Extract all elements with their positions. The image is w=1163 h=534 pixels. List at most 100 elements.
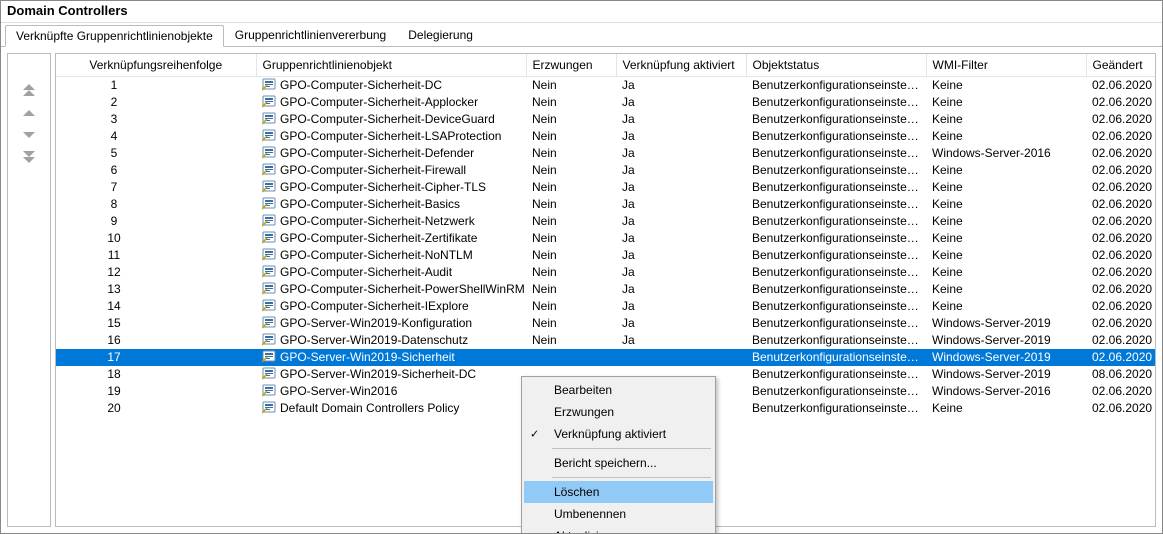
- cell-erz: Nein: [526, 179, 616, 196]
- tab-bar: Verknüpfte Gruppenrichtlinienobjekte Gru…: [1, 23, 1162, 47]
- cell-date: 02.06.2020 10:: [1086, 383, 1156, 400]
- gpo-link-icon: [262, 146, 276, 160]
- context-menu-item[interactable]: Löschen: [524, 481, 713, 503]
- gpo-name: GPO-Computer-Sicherheit-Zertifikate: [280, 231, 477, 245]
- cell-link: Ja: [616, 315, 746, 332]
- col-status[interactable]: Objektstatus: [746, 54, 926, 77]
- cell-wmi: Keine: [926, 179, 1086, 196]
- col-gpo[interactable]: Gruppenrichtlinienobjekt: [256, 54, 526, 77]
- gpo-link-icon: [262, 78, 276, 92]
- table-row[interactable]: 5GPO-Computer-Sicherheit-DefenderNeinJaB…: [56, 145, 1156, 162]
- cell-order: 4: [56, 128, 256, 145]
- move-up-icon[interactable]: [21, 107, 37, 121]
- gpo-link-icon: [262, 384, 276, 398]
- col-erz[interactable]: Erzwungen: [526, 54, 616, 77]
- gpo-link-icon: [262, 95, 276, 109]
- cell-status: Benutzerkonfigurationseinstellun...: [746, 213, 926, 230]
- cell-link: Ja: [616, 196, 746, 213]
- gpo-table[interactable]: Verknüpfungsreihenfolge Gruppenrichtlini…: [56, 54, 1156, 417]
- cell-date: 02.06.2020 10:: [1086, 349, 1156, 366]
- move-bottom-icon[interactable]: [21, 151, 37, 166]
- context-menu-item[interactable]: ✓Verknüpfung aktiviert: [524, 423, 713, 445]
- cell-status: Benutzerkonfigurationseinstellun...: [746, 247, 926, 264]
- header-row: Verknüpfungsreihenfolge Gruppenrichtlini…: [56, 54, 1156, 77]
- cell-erz: Nein: [526, 213, 616, 230]
- cell-order: 11: [56, 247, 256, 264]
- cell-link: Ja: [616, 247, 746, 264]
- col-wmi[interactable]: WMI-Filter: [926, 54, 1086, 77]
- cell-wmi: Windows-Server-2019: [926, 315, 1086, 332]
- table-row[interactable]: 10GPO-Computer-Sicherheit-ZertifikateNei…: [56, 230, 1156, 247]
- table-row[interactable]: 15GPO-Server-Win2019-KonfigurationNeinJa…: [56, 315, 1156, 332]
- cell-wmi: Keine: [926, 298, 1086, 315]
- cell-erz: Nein: [526, 145, 616, 162]
- cell-link: Ja: [616, 162, 746, 179]
- cell-status: Benutzerkonfigurationseinstellun...: [746, 111, 926, 128]
- cell-order: 14: [56, 298, 256, 315]
- table-row[interactable]: 9GPO-Computer-Sicherheit-NetzwerkNeinJaB…: [56, 213, 1156, 230]
- gpo-name: GPO-Computer-Sicherheit-Cipher-TLS: [280, 180, 486, 194]
- move-top-icon[interactable]: [21, 84, 37, 99]
- cell-wmi: Windows-Server-2019: [926, 332, 1086, 349]
- table-row[interactable]: 6GPO-Computer-Sicherheit-FirewallNeinJaB…: [56, 162, 1156, 179]
- table-row[interactable]: 8GPO-Computer-Sicherheit-BasicsNeinJaBen…: [56, 196, 1156, 213]
- cell-date: 02.06.2020 10:: [1086, 111, 1156, 128]
- table-row[interactable]: 17GPO-Server-Win2019-Sicherheit Benutzerk…: [56, 349, 1156, 366]
- cell-wmi: Keine: [926, 400, 1086, 417]
- cell-date: 02.06.2020 10:: [1086, 400, 1156, 417]
- cell-order: 13: [56, 281, 256, 298]
- cell-date: 02.06.2020 10:: [1086, 196, 1156, 213]
- gpo-name: GPO-Computer-Sicherheit-Firewall: [280, 163, 466, 177]
- context-menu-label: Bericht speichern...: [554, 456, 657, 470]
- cell-gpo: GPO-Server-Win2019-Sicherheit: [256, 349, 526, 366]
- cell-order: 17: [56, 349, 256, 366]
- table-row[interactable]: 11GPO-Computer-Sicherheit-NoNTLMNeinJaBe…: [56, 247, 1156, 264]
- move-down-icon[interactable]: [21, 129, 37, 143]
- cell-order: 8: [56, 196, 256, 213]
- table-row[interactable]: 1GPO-Computer-Sicherheit-DCNeinJaBenutze…: [56, 77, 1156, 94]
- table-row[interactable]: 4GPO-Computer-Sicherheit-LSAProtectionNe…: [56, 128, 1156, 145]
- table-row[interactable]: 12GPO-Computer-Sicherheit-AuditNeinJaBen…: [56, 264, 1156, 281]
- context-menu-item[interactable]: Bearbeiten: [524, 379, 713, 401]
- cell-gpo: GPO-Computer-Sicherheit-Applocker: [256, 94, 526, 111]
- cell-wmi: Keine: [926, 77, 1086, 94]
- table-row[interactable]: 14GPO-Computer-Sicherheit-IExploreNeinJa…: [56, 298, 1156, 315]
- tab-label: Gruppenrichtlinienvererbung: [235, 28, 386, 42]
- tab-delegation[interactable]: Delegierung: [397, 24, 484, 46]
- cell-wmi: Keine: [926, 111, 1086, 128]
- cell-status: Benutzerkonfigurationseinstellun...: [746, 196, 926, 213]
- table-row[interactable]: 13GPO-Computer-Sicherheit-PowerShellWinR…: [56, 281, 1156, 298]
- cell-status: Benutzerkonfigurationseinstellun...: [746, 349, 926, 366]
- table-row[interactable]: 3GPO-Computer-Sicherheit-DeviceGuardNein…: [56, 111, 1156, 128]
- tab-inheritance[interactable]: Gruppenrichtlinienvererbung: [224, 24, 397, 46]
- cell-erz: Nein: [526, 94, 616, 111]
- table-row[interactable]: 2GPO-Computer-Sicherheit-ApplockerNeinJa…: [56, 94, 1156, 111]
- context-menu-label: Umbenennen: [554, 507, 626, 521]
- gpo-link-icon: [262, 316, 276, 330]
- table-row[interactable]: 16GPO-Server-Win2019-DatenschutzNeinJaBe…: [56, 332, 1156, 349]
- cell-status: Benutzerkonfigurationseinstellun...: [746, 383, 926, 400]
- cell-erz: Nein: [526, 332, 616, 349]
- context-menu-separator: [552, 477, 711, 478]
- context-menu-item[interactable]: Bericht speichern...: [524, 452, 713, 474]
- tab-linked-gpos[interactable]: Verknüpfte Gruppenrichtlinienobjekte: [5, 25, 224, 47]
- context-menu-label: Aktualisieren: [554, 529, 623, 534]
- col-link[interactable]: Verknüpfung aktiviert: [616, 54, 746, 77]
- context-menu-item[interactable]: Aktualisieren: [524, 525, 713, 534]
- cell-order: 6: [56, 162, 256, 179]
- context-menu-item[interactable]: Umbenennen: [524, 503, 713, 525]
- context-menu[interactable]: BearbeitenErzwungen✓Verknüpfung aktivier…: [521, 376, 716, 534]
- cell-date: 02.06.2020 10:: [1086, 247, 1156, 264]
- cell-order: 5: [56, 145, 256, 162]
- table-row[interactable]: 7GPO-Computer-Sicherheit-Cipher-TLSNeinJ…: [56, 179, 1156, 196]
- cell-order: 10: [56, 230, 256, 247]
- col-date[interactable]: Geändert: [1086, 54, 1156, 77]
- cell-date: 02.06.2020 10:: [1086, 332, 1156, 349]
- gpo-link-icon: [262, 129, 276, 143]
- gpo-link-icon: [262, 367, 276, 381]
- context-menu-item[interactable]: Erzwungen: [524, 401, 713, 423]
- cell-gpo: GPO-Computer-Sicherheit-Defender: [256, 145, 526, 162]
- gpmc-window: Domain Controllers Verknüpfte Gruppenric…: [0, 0, 1163, 534]
- col-order[interactable]: Verknüpfungsreihenfolge: [56, 54, 256, 77]
- gpo-link-icon: [262, 401, 276, 415]
